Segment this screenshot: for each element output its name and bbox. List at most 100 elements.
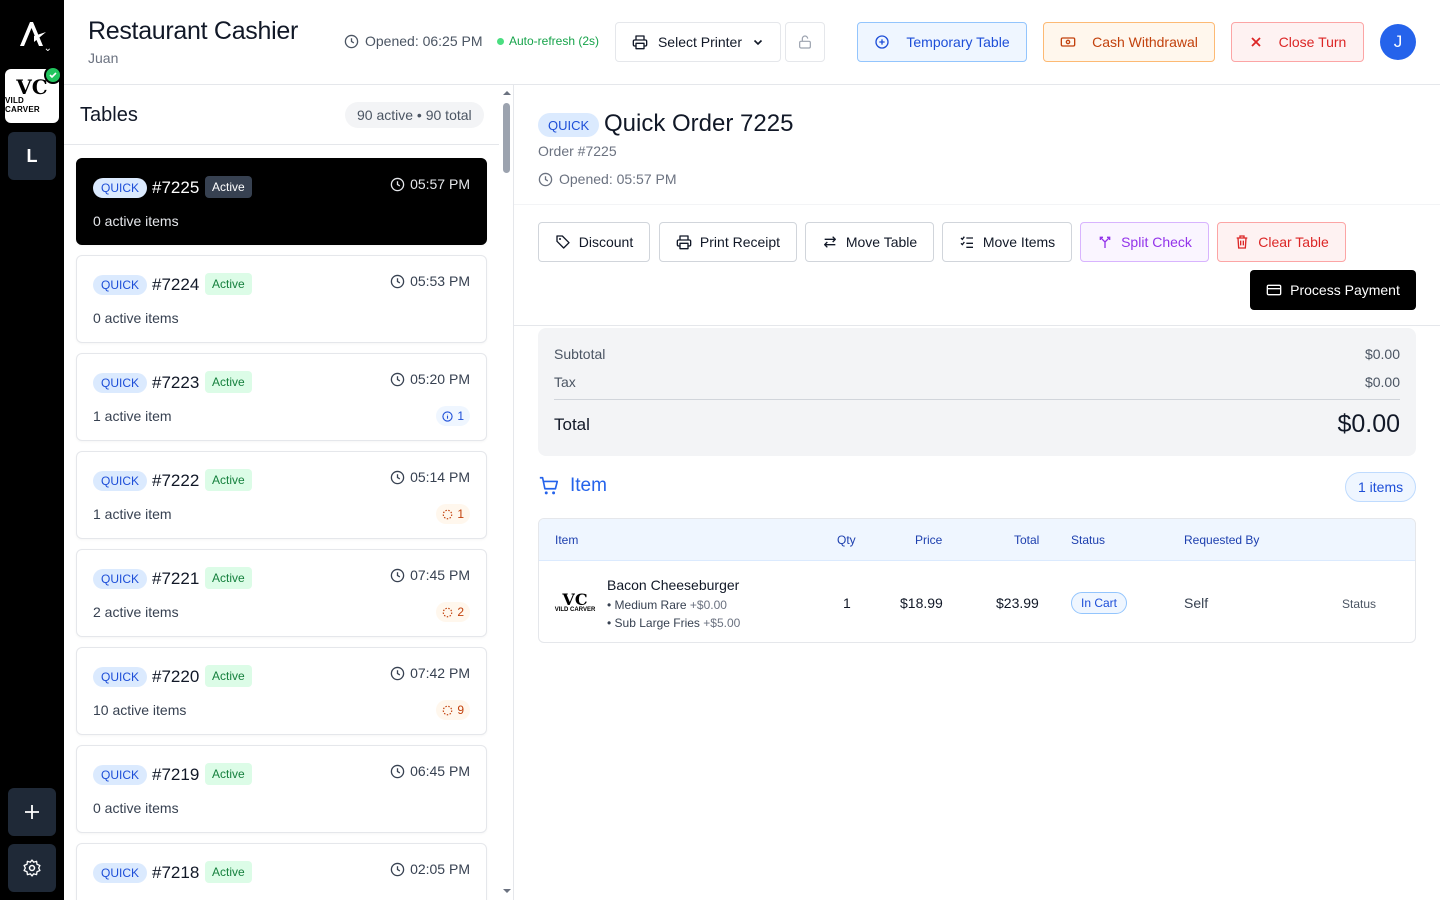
scroll-down-icon[interactable] [500, 885, 514, 897]
status-action-button[interactable]: Status [1342, 597, 1376, 611]
column-header: Item [555, 533, 579, 547]
plus-icon [25, 805, 39, 819]
table-card[interactable]: QUICK #7221 Active 07:45 PM 2 active items 2 [76, 549, 487, 637]
plus-circle-icon [875, 35, 890, 49]
brand-logo[interactable]: VC VILD CARVER [5, 66, 62, 123]
auto-refresh-indicator: Auto-refresh (2s) [497, 34, 599, 48]
avatar[interactable]: J [1380, 24, 1416, 60]
column-header: Status [1071, 533, 1106, 547]
modifier-price: +$0.00 [689, 598, 727, 612]
table-card[interactable]: QUICK #7223 Active 05:20 PM 1 active item 1 [76, 353, 487, 441]
table-time: 05:20 PM [390, 371, 470, 387]
discount-button[interactable]: Discount [538, 222, 650, 262]
app-logo-icon[interactable]: ⌄ [12, 14, 52, 54]
clock-icon [390, 862, 405, 876]
table-type-chip: QUICK [93, 569, 148, 589]
chevron-down-icon [753, 39, 763, 46]
order-opened-label: Opened: 05:57 PM [559, 171, 677, 187]
status-badge: Active [205, 665, 252, 687]
table-item-count: 2 active items [93, 604, 179, 620]
status-badge: Active [205, 371, 252, 393]
table-row[interactable]: VC VILD CARVER Bacon Cheeseburger • Medi… [539, 561, 1415, 642]
split-icon [1099, 236, 1111, 248]
cash-withdrawal-button[interactable]: Cash Withdrawal [1043, 22, 1215, 62]
add-button[interactable] [8, 788, 56, 836]
tables-panel: Tables 90 active • 90 total QUICK #7225 Ac… [64, 85, 514, 900]
table-item-count: 10 active items [93, 702, 187, 718]
process-payment-button[interactable]: Process Payment [1250, 270, 1416, 310]
move-items-button[interactable]: Move Items [942, 222, 1072, 262]
select-printer-dropdown[interactable]: Select Printer [615, 22, 781, 62]
column-header: Qty [837, 533, 856, 547]
item-thumbnail-logo: VC [562, 589, 588, 609]
table-card[interactable]: QUICK #7225 Active 05:57 PM 0 active items [76, 158, 487, 245]
modifier-price: +$5.00 [703, 616, 741, 630]
table-item-count: 0 active items [93, 800, 179, 816]
split-check-button[interactable]: Split Check [1080, 222, 1209, 262]
table-time: 06:45 PM [390, 763, 470, 779]
unlock-icon [799, 35, 811, 49]
items-table: Item Qty Price Total Status Requested By… [538, 518, 1416, 643]
status-badge: Active [205, 273, 252, 295]
print-receipt-button[interactable]: Print Receipt [659, 222, 797, 262]
totals-summary: Subtotal $0.00 Tax $0.00 Total $0.00 [538, 328, 1416, 456]
tables-scrollbar[interactable] [500, 85, 514, 900]
table-number: #7223 [152, 373, 200, 392]
table-time: 07:42 PM [390, 665, 470, 681]
scroll-up-icon[interactable] [500, 87, 514, 99]
move-table-button[interactable]: Move Table [805, 222, 934, 262]
clock-icon [390, 666, 405, 680]
turn-opened-time: Opened: 06:25 PM [344, 33, 483, 49]
table-card[interactable]: QUICK #7224 Active 05:53 PM 0 active items [76, 255, 487, 343]
table-type-chip: QUICK [93, 765, 148, 785]
brand-logo-text: VC [16, 75, 48, 99]
items-table-header: Item Qty Price Total Status Requested By [539, 519, 1415, 561]
table-type-chip: QUICK [93, 178, 148, 198]
table-card[interactable]: QUICK #7220 Active 07:42 PM 10 active items 9 [76, 647, 487, 735]
lock-button[interactable] [785, 22, 825, 62]
order-panel: QUICK Quick Order 7225 Order #7225 Opene… [514, 85, 1440, 900]
scrollbar-thumb[interactable] [503, 103, 510, 173]
table-card[interactable]: QUICK #7222 Active 05:14 PM 1 active item 1 [76, 451, 487, 539]
clear-table-button[interactable]: Clear Table [1217, 222, 1346, 262]
discount-label: Discount [578, 234, 634, 250]
clock-icon [390, 274, 405, 288]
tables-count-badge: 90 active • 90 total [345, 102, 484, 128]
info-icon [442, 410, 453, 422]
item-modifier: • Medium Rare +$0.00 [607, 598, 727, 612]
divider [514, 325, 1440, 326]
column-header: Total [1014, 533, 1040, 547]
tax-value: $0.00 [1364, 374, 1400, 390]
close-turn-label: Close Turn [1278, 34, 1347, 50]
tables-title: Tables [80, 104, 138, 126]
left-rail: ⌄ VC VILD CARVER L [0, 0, 64, 900]
table-card[interactable]: QUICK #7219 Active 06:45 PM 0 active items [76, 745, 487, 833]
status-badge: Active [205, 567, 252, 589]
item-name: Bacon Cheeseburger [607, 577, 740, 593]
table-number: #7224 [152, 275, 200, 294]
item-price: $18.99 [900, 595, 943, 611]
items-section-header: Item [538, 475, 607, 497]
item-thumbnail: VC VILD CARVER [553, 583, 597, 621]
column-header: Requested By [1184, 533, 1260, 547]
close-turn-button[interactable]: Close Turn [1231, 22, 1364, 62]
printer-icon [676, 235, 692, 250]
temporary-table-button[interactable]: Temporary Table [857, 22, 1027, 62]
clock-icon [344, 34, 359, 48]
table-time-label: 05:53 PM [410, 273, 470, 289]
status-badge: Active [205, 469, 252, 491]
clock-icon [390, 177, 405, 191]
total-row: Total $0.00 [554, 410, 1400, 439]
table-number: #7219 [152, 765, 200, 784]
settings-button[interactable] [8, 844, 56, 892]
workspace-button[interactable]: L [8, 132, 56, 180]
order-number: Order #7225 [538, 143, 617, 159]
table-item-count: 0 active items [93, 310, 179, 326]
gear-icon [23, 859, 41, 877]
user-name: Juan [88, 50, 119, 66]
list-checks-icon [960, 236, 973, 248]
loader-icon [443, 607, 453, 617]
table-card[interactable]: QUICK #7218 Active 02:05 PM [76, 843, 487, 900]
clock-icon [390, 470, 405, 484]
shopping-cart-icon [539, 476, 559, 495]
